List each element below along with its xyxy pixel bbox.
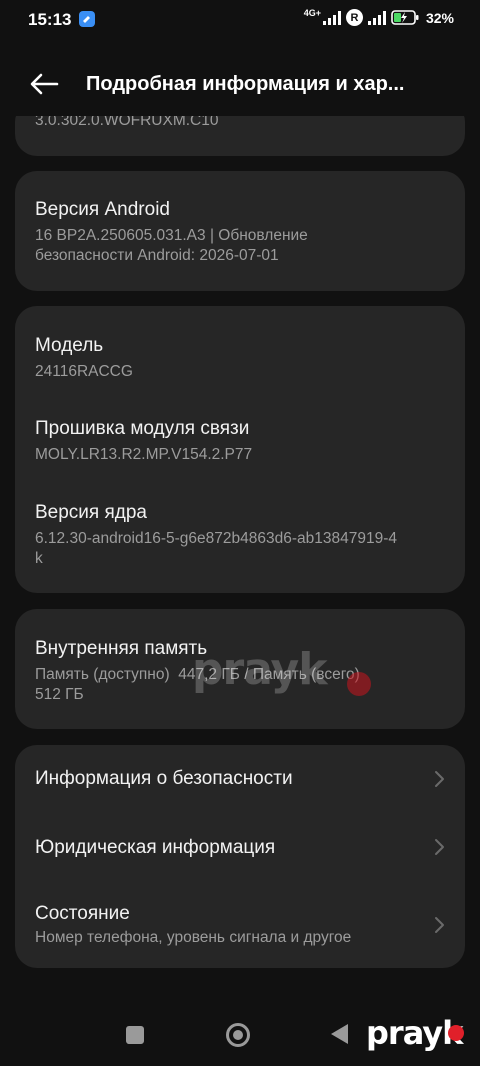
status-bar: 15:13 4G+ R 32% — [0, 0, 480, 40]
baseband-title: Прошивка модуля связи — [35, 418, 250, 439]
legal-info-label: Юридическая информация — [35, 837, 276, 858]
kernel-line2: k — [35, 550, 43, 567]
watermark-logo-dot — [448, 1025, 464, 1041]
status-icons: 4G+ R 32% — [303, 7, 454, 26]
network-type-label: 4G+ — [303, 7, 321, 18]
recent-apps-icon[interactable] — [126, 1026, 144, 1044]
legal-info-item[interactable]: Юридическая информация — [35, 836, 445, 864]
signal-icon — [322, 10, 341, 25]
status-subtitle: Номер телефона, уровень сигнала и другое — [35, 929, 352, 946]
kernel-value: 6.12.30-android16-5-g6e872b4863d6-ab1384… — [35, 529, 445, 569]
status-time: 15:13 — [28, 10, 72, 29]
app-notification-icon — [79, 11, 95, 27]
kernel-title: Версия ядра — [35, 502, 147, 523]
model-value: 24116RACCG — [35, 363, 133, 380]
watermark-dot — [347, 672, 371, 696]
back-triangle-icon[interactable] — [331, 1024, 348, 1044]
chevron-right-icon — [435, 839, 444, 855]
chevron-right-icon — [435, 917, 444, 933]
signal-icon-2 — [367, 10, 386, 25]
status-item[interactable]: Состояние Номер телефона, уровень сигнал… — [35, 902, 445, 948]
model-title: Модель — [35, 335, 104, 356]
battery-percent: 32% — [425, 9, 454, 26]
watermark-center: prayk — [192, 644, 327, 695]
home-icon[interactable] — [226, 1023, 250, 1047]
back-button[interactable] — [24, 66, 64, 102]
security-info-item[interactable]: Информация о безопасности — [35, 767, 445, 795]
android-version-title: Версия Android — [35, 199, 170, 220]
status-title: Состояние — [35, 903, 130, 924]
kernel-item[interactable]: Версия ядра 6.12.30-android16-5-g6e872b4… — [35, 501, 445, 569]
page-title: Подробная информация и хар... — [86, 73, 405, 95]
android-version-value: 16 BP2A.250605.031.A3 | Обновление безоп… — [35, 226, 445, 266]
kernel-line1: 6.12.30-android16-5-g6e872b4863d6-ab1384… — [35, 530, 397, 547]
battery-charging-icon — [391, 10, 419, 25]
baseband-item[interactable]: Прошивка модуля связи MOLY.LR13.R2.MP.V1… — [35, 417, 445, 465]
page-header: Подробная информация и хар... — [0, 52, 480, 116]
roaming-icon: R — [345, 9, 363, 26]
links-card: Информация о безопасности Юридическая ин… — [15, 745, 465, 968]
chevron-right-icon — [435, 771, 444, 787]
model-item[interactable]: Модель 24116RACCG — [35, 334, 445, 382]
android-version-line2: безопасности Android: 2026-07-01 — [35, 247, 279, 264]
device-info-card: Модель 24116RACCG Прошивка модуля связи … — [15, 306, 465, 593]
security-info-label: Информация о безопасности — [35, 768, 293, 789]
arrow-left-icon — [30, 73, 59, 95]
android-version-line1: 16 BP2A.250605.031.A3 | Обновление — [35, 227, 308, 244]
android-version-card[interactable]: Версия Android 16 BP2A.250605.031.A3 | О… — [15, 171, 465, 291]
baseband-value: MOLY.LR13.R2.MP.V154.2.P77 — [35, 446, 253, 463]
